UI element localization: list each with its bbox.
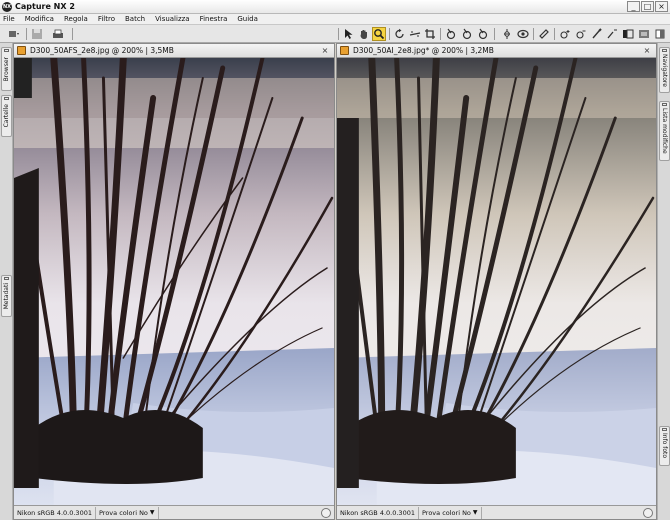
tab-lista-modifiche[interactable]: Lista modifiche: [659, 101, 670, 161]
selection-icon: [623, 29, 634, 39]
tab-info-foto[interactable]: Info foto: [659, 426, 670, 466]
navigator-icon[interactable]: [643, 508, 653, 518]
color-profile-label: Nikon sRGB 4.0.0.3001: [14, 506, 96, 519]
menu-bar: File Modifica Regola Filtro Batch Visual…: [0, 14, 670, 25]
fill-icon: [639, 30, 649, 38]
save-button[interactable]: [30, 27, 44, 41]
hand-tool[interactable]: [357, 27, 371, 41]
neutral-point-icon: [462, 28, 472, 40]
brush-minus-tool[interactable]: [605, 27, 619, 41]
tab-metadati[interactable]: Metadati: [1, 275, 12, 317]
compare-icon: [517, 29, 529, 39]
straighten-tool[interactable]: [408, 27, 422, 41]
save-icon: [32, 29, 42, 39]
image-file-icon: [17, 46, 26, 55]
menu-file[interactable]: File: [0, 14, 20, 25]
close-document-button[interactable]: ×: [320, 46, 330, 56]
image-window-2: D300_50AI_2e8.jpg* @ 200% | 3,2MB × Niko…: [336, 43, 657, 520]
image-status-bar: Nikon sRGB 4.0.0.3001 Prova colori No ▼: [337, 505, 656, 519]
brush-icon: [592, 28, 602, 39]
fill-tool[interactable]: [637, 27, 651, 41]
image-window-title: D300_50AFS_2e8.jpg @ 200% | 3,5MB: [30, 46, 174, 55]
menu-regola[interactable]: Regola: [59, 14, 93, 25]
image-status-bar: Nikon sRGB 4.0.0.3001 Prova colori No ▼: [14, 505, 334, 519]
title-bar: NX Capture NX 2 _ □ ×: [0, 0, 670, 14]
color-profile-label: Nikon sRGB 4.0.0.3001: [337, 506, 419, 519]
menu-guida[interactable]: Guida: [232, 14, 263, 25]
navigator-icon[interactable]: [321, 508, 331, 518]
photo-bare-shrub: [14, 58, 334, 505]
rotate-icon: [395, 28, 404, 39]
image-window-header: D300_50AI_2e8.jpg* @ 200% | 3,2MB ×: [337, 44, 656, 58]
image-canvas[interactable]: [337, 58, 656, 505]
print-icon: [53, 29, 63, 38]
print-button[interactable]: [48, 27, 68, 41]
tab-navigatore[interactable]: Navigatore: [659, 47, 670, 93]
photo-bare-shrub: [337, 58, 656, 505]
crop-tool[interactable]: [423, 27, 437, 41]
chevron-down-icon: ▼: [472, 508, 478, 516]
toolbar: [0, 25, 670, 43]
chevron-down-icon: ▼: [149, 508, 155, 516]
proof-colors-select[interactable]: Prova colori No ▼: [419, 506, 482, 519]
rotate-tool[interactable]: [393, 27, 407, 41]
red-eye-icon: [504, 29, 510, 39]
right-panel-strip: Navigatore Lista modifiche Info foto: [657, 43, 670, 520]
direct-select-icon: [345, 29, 353, 39]
image-canvas[interactable]: [14, 58, 334, 505]
compare-tool[interactable]: [516, 27, 530, 41]
left-panel-strip: Browser Cartelle Metadati: [0, 43, 13, 520]
panel-icon: [655, 29, 665, 39]
menu-filtro[interactable]: Filtro: [93, 14, 120, 25]
window-title: Capture NX 2: [15, 2, 75, 11]
maximize-button[interactable]: □: [641, 1, 654, 12]
tab-browser[interactable]: Browser: [1, 47, 12, 91]
layout-button[interactable]: [4, 27, 24, 41]
minus-circle-icon: [576, 30, 586, 39]
gradient-icon: [560, 30, 570, 39]
white-point-tool[interactable]: [476, 27, 490, 41]
minus-tool[interactable]: [574, 27, 588, 41]
close-button[interactable]: ×: [655, 1, 668, 12]
black-point-icon: [446, 28, 456, 40]
selection-tool[interactable]: [621, 27, 635, 41]
neutral-point-tool[interactable]: [460, 27, 474, 41]
proof-colors-select[interactable]: Prova colori No ▼: [96, 506, 159, 519]
crop-icon: [425, 29, 435, 39]
menu-batch[interactable]: Batch: [120, 14, 150, 25]
close-document-button[interactable]: ×: [642, 46, 652, 56]
image-window-1: D300_50AFS_2e8.jpg @ 200% | 3,5MB × Niko…: [13, 43, 335, 520]
red-eye-tool[interactable]: [500, 27, 514, 41]
image-file-icon: [340, 46, 349, 55]
minimize-button[interactable]: _: [627, 1, 640, 12]
menu-modifica[interactable]: Modifica: [20, 14, 59, 25]
gradient-tool[interactable]: [558, 27, 572, 41]
layout-icon: [9, 31, 19, 37]
black-point-tool[interactable]: [444, 27, 458, 41]
image-window-header: D300_50AFS_2e8.jpg @ 200% | 3,5MB ×: [14, 44, 334, 58]
menu-finestra[interactable]: Finestra: [195, 14, 233, 25]
app-logo: NX: [2, 1, 12, 12]
direct-select-tool[interactable]: [342, 27, 356, 41]
brush-tool[interactable]: [590, 27, 604, 41]
zoom-tool[interactable]: [372, 27, 386, 41]
menu-visualizza[interactable]: Visualizza: [150, 14, 194, 25]
tab-cartelle[interactable]: Cartelle: [1, 95, 12, 137]
lasso-icon: [539, 29, 549, 39]
hand-icon: [360, 30, 367, 39]
image-window-title: D300_50AI_2e8.jpg* @ 200% | 3,2MB: [353, 46, 494, 55]
lasso-tool[interactable]: [537, 27, 551, 41]
zoom-icon: [374, 29, 385, 40]
white-point-icon: [478, 28, 488, 40]
straighten-icon: [409, 31, 421, 37]
brush-minus-icon: [607, 29, 617, 39]
panel-toggle[interactable]: [653, 27, 667, 41]
